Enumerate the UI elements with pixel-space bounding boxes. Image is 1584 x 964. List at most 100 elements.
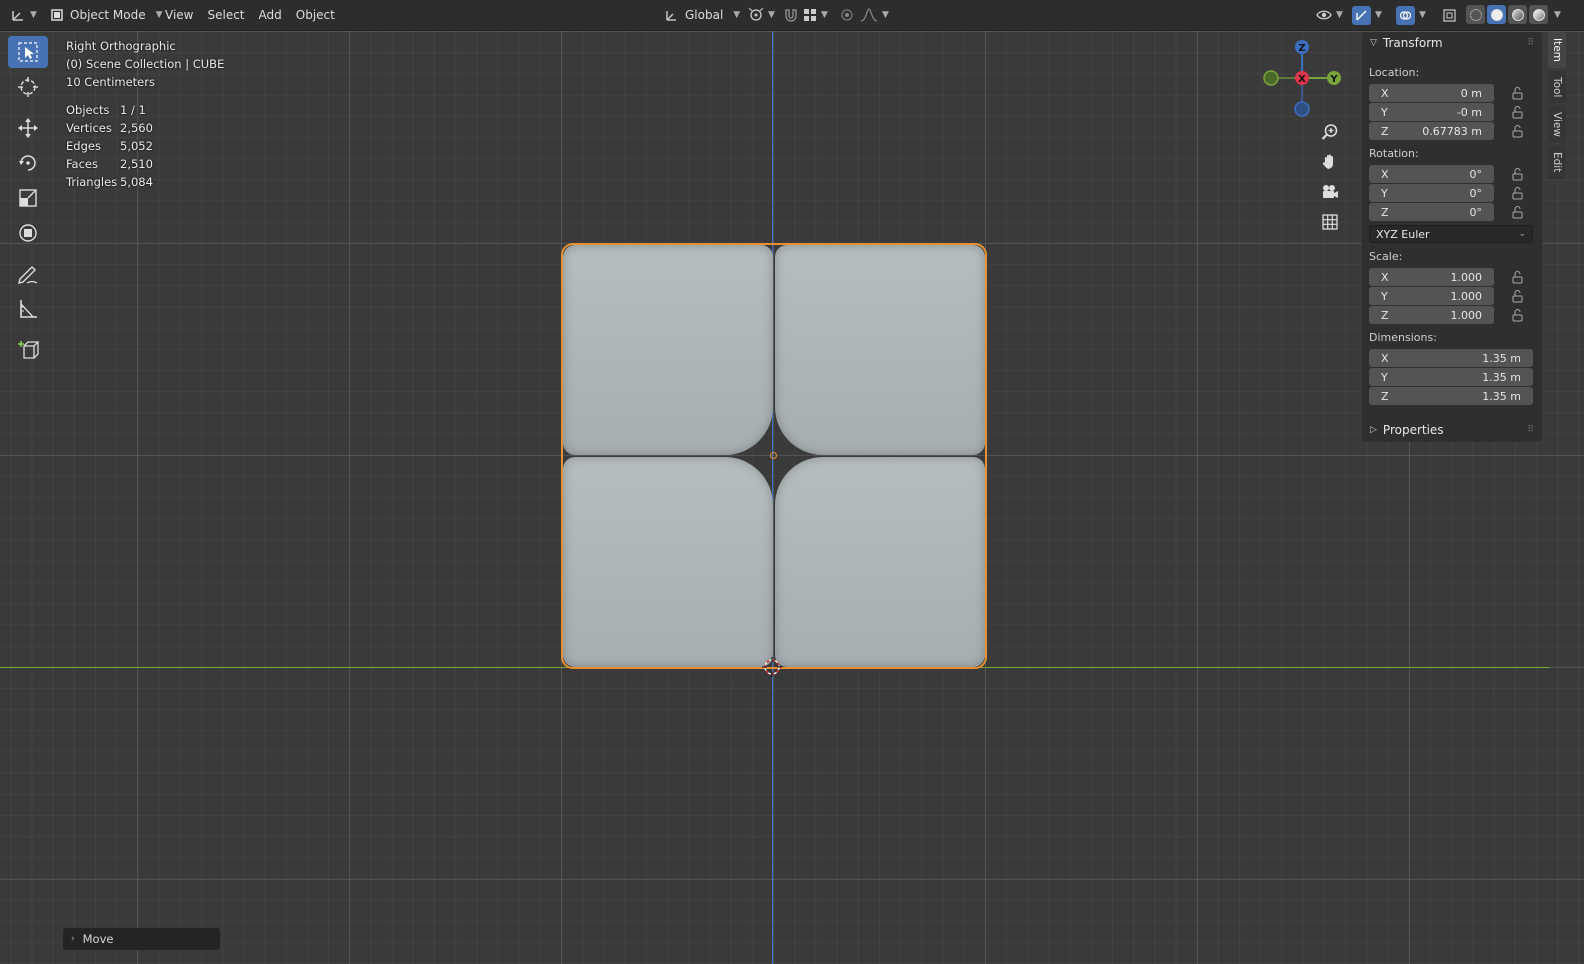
scale-y-field[interactable]: Y 1.000 (1369, 287, 1494, 305)
tab-item[interactable]: Item (1548, 32, 1566, 68)
menu-add[interactable]: Add (252, 8, 289, 22)
mode-select[interactable]: Object Mode ▼ (46, 4, 167, 26)
gizmo-z-label: Z (1298, 43, 1305, 54)
ruler-icon (20, 300, 37, 318)
proportional-edit-icon (841, 9, 853, 21)
location-z-field[interactable]: Z 0.67783 m (1369, 122, 1494, 140)
pivot-point-select[interactable]: ▼ (748, 4, 775, 26)
xray-toggle[interactable] (1442, 4, 1457, 26)
zoom-icon (1321, 124, 1338, 140)
lock-scale-x-icon[interactable] (1511, 270, 1525, 284)
lock-rotation-z-icon[interactable] (1511, 205, 1525, 219)
axis-label: X (1381, 351, 1389, 365)
menu-select[interactable]: Select (200, 8, 251, 22)
cursor-icon (18, 77, 38, 97)
pivot-icon (748, 7, 764, 21)
rendered-shading-button[interactable] (1529, 5, 1548, 24)
navigation-gizmo[interactable]: Z Y X (1262, 36, 1346, 120)
tab-tool[interactable]: Tool (1548, 70, 1566, 104)
gizmo-neg-z[interactable] (1294, 101, 1310, 117)
menu-view[interactable]: View (158, 8, 200, 22)
overlays-toggle[interactable]: ▼ (1396, 4, 1426, 26)
gizmo-toggle[interactable]: ▼ (1352, 4, 1382, 26)
axis-label: Y (1381, 289, 1388, 303)
stat-label: Objects (66, 103, 110, 117)
grid-icon (1322, 214, 1338, 230)
snap-element-select[interactable]: ▼ (803, 4, 828, 26)
solid-shading-button[interactable] (1487, 5, 1506, 24)
rotation-label: Rotation: (1369, 147, 1419, 160)
lock-location-y-icon[interactable] (1511, 105, 1525, 119)
camera-view-button[interactable] (1318, 180, 1342, 204)
object-mode-icon (51, 9, 63, 21)
gizmo-neg-y[interactable] (1263, 70, 1279, 86)
add-cube-tool[interactable] (8, 334, 48, 366)
menu-object[interactable]: Object (289, 8, 342, 22)
solid-sphere-icon (1490, 8, 1503, 21)
scale-x-field[interactable]: X 1.000 (1369, 268, 1494, 286)
measure-tool[interactable] (8, 293, 48, 325)
sidebar-properties-panel: ▽ Transform ⠿ Location: X 0 m Y -0 m Z 0.67… (1362, 32, 1542, 442)
shading-options-button[interactable]: ▼ (1550, 5, 1561, 24)
proportional-falloff-select[interactable]: ▼ (860, 4, 889, 26)
lock-location-x-icon[interactable] (1511, 86, 1525, 100)
rotation-z-field[interactable]: Z 0° (1369, 203, 1494, 221)
3d-viewport[interactable] (0, 28, 1584, 964)
visibility-select[interactable]: ▼ (1316, 4, 1343, 26)
scale-z-field[interactable]: Z 1.000 (1369, 306, 1494, 324)
location-x-field[interactable]: X 0 m (1369, 84, 1494, 102)
transform-panel-header[interactable]: ▽ Transform (1370, 36, 1443, 50)
rendered-sphere-icon (1532, 8, 1545, 21)
gizmo-y-label: Y (1329, 74, 1338, 85)
axis-label: X (1381, 167, 1389, 181)
field-value: 0° (1469, 167, 1483, 181)
cube-object[interactable] (561, 243, 987, 669)
lock-scale-z-icon[interactable] (1511, 308, 1525, 322)
transform-tool[interactable] (8, 217, 48, 249)
stat-value: 2,560 (120, 121, 153, 135)
dimensions-z-field[interactable]: Z 1.35 m (1369, 387, 1533, 405)
properties-panel-header[interactable]: ▷ Properties (1370, 423, 1444, 437)
select-box-tool[interactable] (8, 36, 48, 68)
dimensions-y-field[interactable]: Y 1.35 m (1369, 368, 1533, 386)
proportional-edit-toggle[interactable] (840, 4, 854, 26)
scale-tool[interactable] (8, 182, 48, 214)
drag-grip-icon[interactable]: ⠿ (1527, 38, 1534, 48)
material-shading-button[interactable] (1508, 5, 1527, 24)
rotation-mode-value: XYZ Euler (1376, 227, 1430, 241)
chevron-down-icon: ▼ (733, 10, 741, 20)
orthographic-toggle-button[interactable] (1318, 210, 1342, 234)
zoom-button[interactable] (1318, 120, 1342, 144)
pan-button[interactable] (1318, 150, 1342, 174)
stat-value: 1 / 1 (120, 103, 146, 117)
location-y-field[interactable]: Y -0 m (1369, 103, 1494, 121)
transform-orientation-select[interactable]: Global ▼ (664, 4, 740, 26)
axis-label: X (1381, 86, 1389, 100)
chevron-down-icon: ▼ (1419, 10, 1426, 20)
annotate-tool[interactable] (8, 258, 48, 290)
tab-edit[interactable]: Edit (1548, 146, 1566, 179)
dimensions-x-field[interactable]: X 1.35 m (1369, 349, 1533, 367)
cursor-tool[interactable] (8, 71, 48, 103)
lock-rotation-x-icon[interactable] (1511, 167, 1525, 181)
chevron-down-icon: ▼ (882, 10, 889, 20)
last-operator-panel[interactable]: › Move (63, 928, 220, 950)
view-name: Right Orthographic (66, 39, 176, 53)
rotation-mode-select[interactable]: XYZ Euler ⌄ (1369, 225, 1533, 243)
lock-scale-y-icon[interactable] (1511, 289, 1525, 303)
field-value: 1.35 m (1482, 389, 1521, 403)
move-tool[interactable] (8, 112, 48, 144)
snap-toggle[interactable] (783, 4, 799, 26)
dimensions-label: Dimensions: (1369, 331, 1437, 344)
drag-grip-icon[interactable]: ⠿ (1527, 425, 1534, 435)
rotate-tool[interactable] (8, 147, 48, 179)
3d-cursor-icon[interactable] (762, 657, 782, 677)
rotation-y-field[interactable]: Y 0° (1369, 184, 1494, 202)
lock-location-z-icon[interactable] (1511, 124, 1525, 138)
tab-view[interactable]: View (1548, 106, 1566, 144)
rotation-x-field[interactable]: X 0° (1369, 165, 1494, 183)
lock-rotation-y-icon[interactable] (1511, 186, 1525, 200)
wireframe-shading-button[interactable] (1466, 5, 1485, 24)
overlays-icon (1396, 5, 1415, 25)
editor-type-button[interactable]: ▼ (10, 4, 37, 26)
